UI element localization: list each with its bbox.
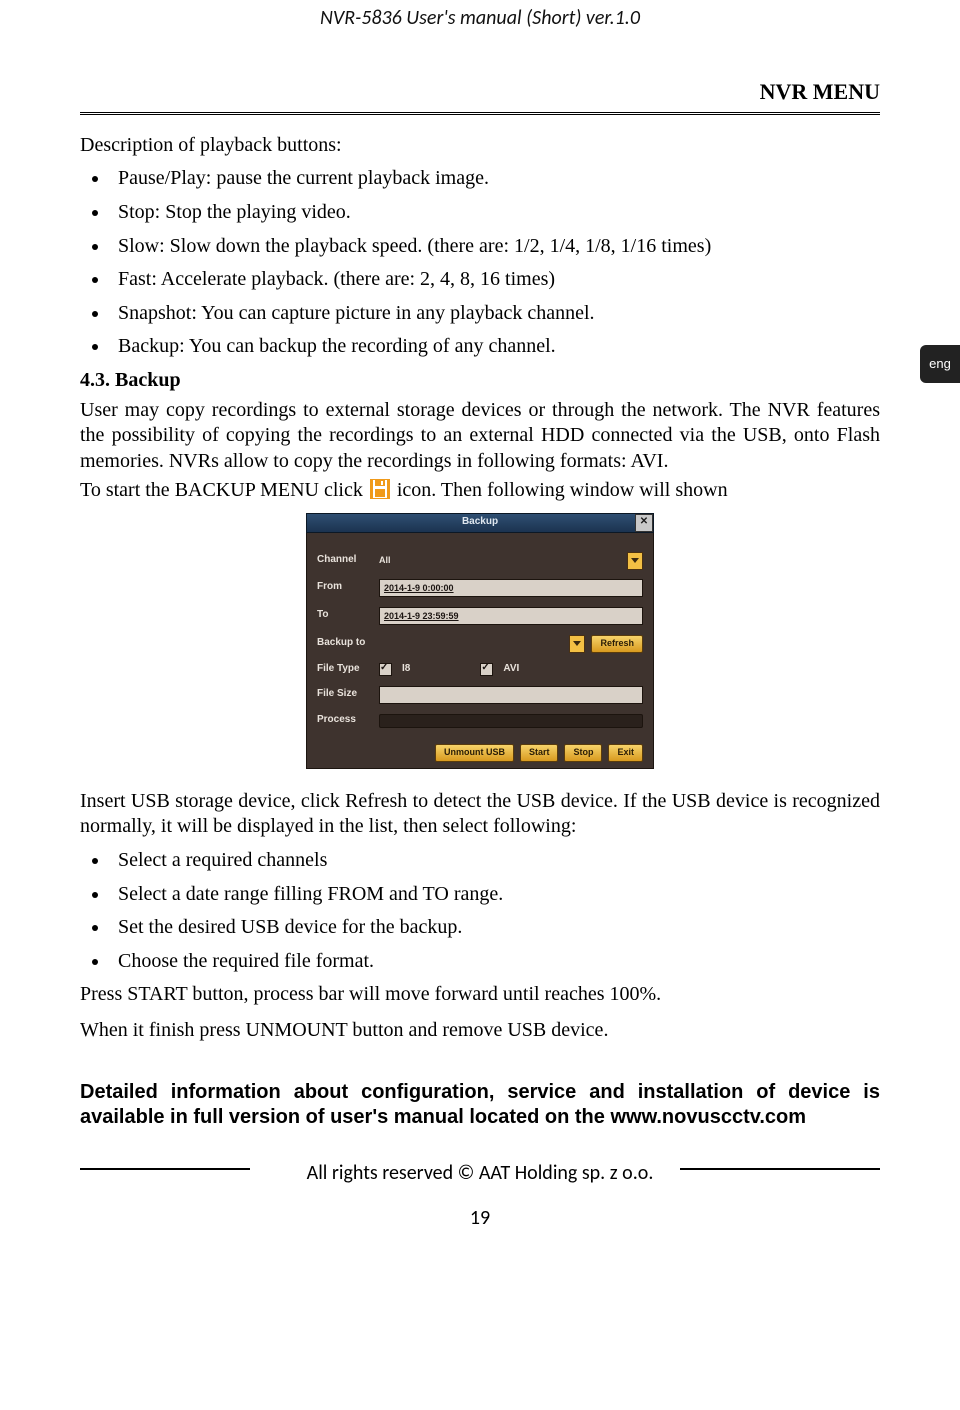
doc-header: NVR-5836 User's manual (Short) ver.1.0 — [80, 0, 880, 32]
start-paragraph: Press START button, process bar will mov… — [80, 982, 880, 1008]
playback-buttons-list: Pause/Play: pause the current playback i… — [80, 166, 880, 360]
label-from: From — [317, 581, 379, 594]
horizontal-rule — [80, 112, 880, 115]
list-item: Choose the required file format. — [110, 949, 880, 975]
label-to: To — [317, 609, 379, 622]
checkbox-avi[interactable] — [480, 663, 493, 676]
to-input[interactable]: 2014-1-9 23:59:59 — [379, 607, 643, 625]
footer-rights: All rights reserved © AAT Holding sp. z … — [80, 1161, 880, 1187]
notice-text: Detailed information about configuration… — [80, 1080, 880, 1131]
label-process: Process — [317, 714, 379, 727]
list-item: Stop: Stop the playing video. — [110, 200, 880, 226]
list-item: Snapshot: You can capture picture in any… — [110, 301, 880, 327]
intro-line: Description of playback buttons: — [80, 133, 880, 159]
close-icon[interactable]: ✕ — [635, 514, 653, 532]
list-item: Select a required channels — [110, 848, 880, 874]
chevron-down-icon[interactable] — [569, 635, 585, 653]
unmount-paragraph: When it finish press UNMOUNT button and … — [80, 1018, 880, 1044]
filetype-i8-label: I8 — [402, 663, 410, 676]
refresh-button[interactable]: Refresh — [591, 635, 643, 653]
list-item: Fast: Accelerate playback. (there are: 2… — [110, 267, 880, 293]
start-button[interactable]: Start — [520, 744, 559, 762]
filetype-avi-label: AVI — [503, 663, 519, 676]
backup-to-dropdown[interactable] — [379, 636, 585, 652]
from-input[interactable]: 2014-1-9 0:00:00 — [379, 579, 643, 597]
dialog-body: Channel All From 2014-1-9 0:00:00 To 201… — [306, 533, 654, 769]
label-file-size: File Size — [317, 688, 379, 701]
list-item: Select a date range filling FROM and TO … — [110, 882, 880, 908]
subhead-text: Backup — [115, 369, 181, 391]
exit-button[interactable]: Exit — [608, 744, 643, 762]
unmount-usb-button[interactable]: Unmount USB — [435, 744, 514, 762]
backup-dialog: Backup ✕ Channel All From 2014-1-9 0:00:… — [306, 513, 654, 769]
floppy-disk-icon — [370, 479, 390, 507]
icon-line-pre: To start the BACKUP MENU click — [80, 479, 363, 501]
channel-dropdown[interactable]: All — [379, 553, 643, 569]
subheading: 4.3. Backup — [80, 368, 880, 394]
list-item: Backup: You can backup the recording of … — [110, 334, 880, 360]
subhead-number: 4.3. — [80, 369, 110, 391]
steps-list: Select a required channels Select a date… — [80, 848, 880, 974]
dialog-titlebar: Backup ✕ — [306, 513, 654, 533]
label-file-type: File Type — [317, 663, 379, 676]
list-item: Slow: Slow down the playback speed. (the… — [110, 234, 880, 260]
label-channel: Channel — [317, 554, 379, 567]
icon-line-post: icon. Then following window will shown — [397, 479, 728, 501]
list-item: Pause/Play: pause the current playback i… — [110, 166, 880, 192]
file-size-display — [379, 686, 643, 704]
dialog-title: Backup — [462, 516, 498, 529]
label-backup-to: Backup to — [317, 637, 379, 650]
usb-paragraph: Insert USB storage device, click Refresh… — [80, 789, 880, 840]
progress-bar — [379, 714, 643, 728]
channel-value: All — [379, 555, 391, 567]
language-tab[interactable]: eng — [920, 345, 960, 383]
checkbox-i8[interactable] — [379, 663, 392, 676]
backup-paragraph: User may copy recordings to external sto… — [80, 398, 880, 475]
icon-instruction-line: To start the BACKUP MENU click icon. The… — [80, 478, 880, 507]
chevron-down-icon[interactable] — [627, 552, 643, 570]
list-item: Set the desired USB device for the backu… — [110, 915, 880, 941]
stop-button[interactable]: Stop — [564, 744, 602, 762]
page-number: 19 — [80, 1206, 880, 1232]
section-title: NVR MENU — [80, 78, 880, 106]
